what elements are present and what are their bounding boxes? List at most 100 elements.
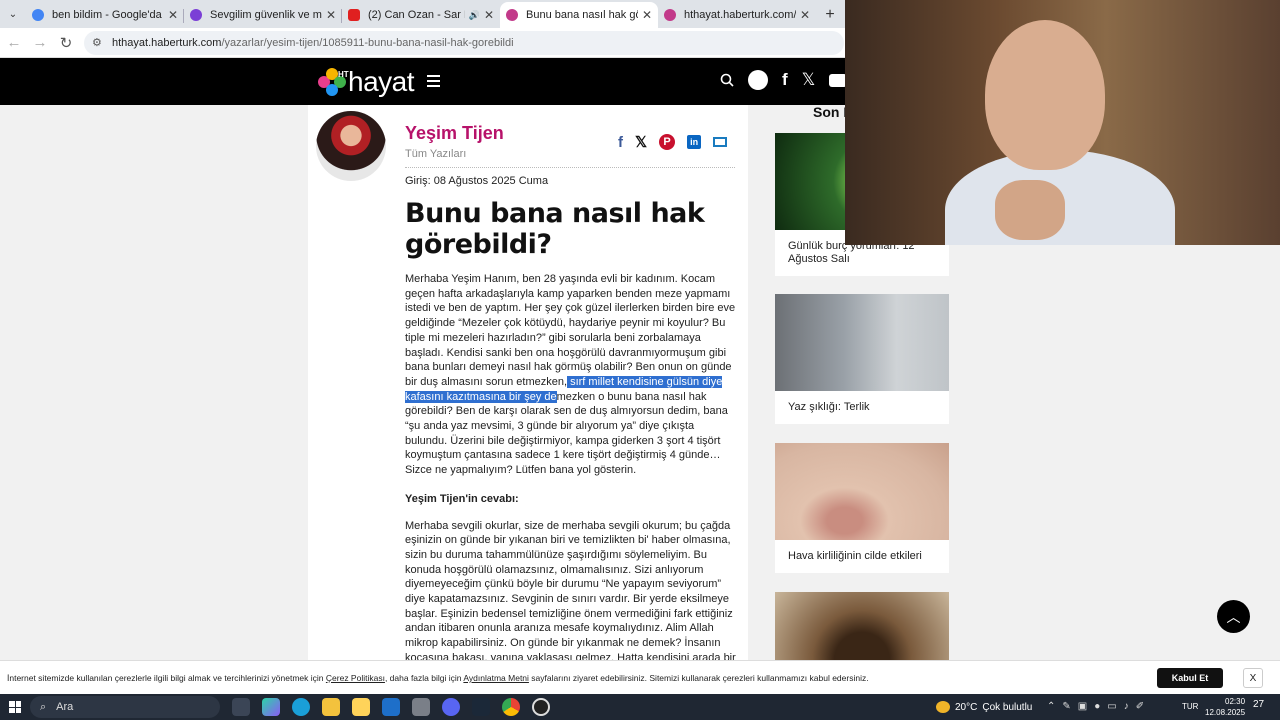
- x-share-icon[interactable]: 𝕏: [635, 133, 647, 151]
- card-image[interactable]: [775, 443, 949, 540]
- language-indicator[interactable]: TUR: [1182, 702, 1198, 711]
- discord-icon[interactable]: [442, 698, 460, 716]
- app-tray-icon[interactable]: ▣: [1078, 701, 1087, 712]
- mail-share-icon[interactable]: [713, 137, 728, 147]
- weather-text: Çok bulutlu: [982, 701, 1033, 713]
- back-icon[interactable]: ←: [2, 31, 26, 55]
- author-avatar[interactable]: [316, 111, 386, 181]
- site-settings-icon[interactable]: ⚙: [92, 36, 106, 49]
- linkedin-share-icon[interactable]: in: [687, 135, 702, 149]
- accept-cookies-button[interactable]: Kabul Et: [1157, 668, 1223, 688]
- all-posts-link[interactable]: Tüm Yazıları: [405, 148, 466, 160]
- taskbar-search[interactable]: ⌕ Ara: [30, 696, 220, 718]
- obs-icon[interactable]: [532, 698, 550, 716]
- sidebar-card[interactable]: Yaz şıklığı: Terlik: [775, 294, 949, 424]
- tab-active-article[interactable]: Bunu bana nasıl hak görebildi? ✕: [500, 2, 658, 28]
- system-tray: ⌃ ✎ ▣ ● ▭ ♪ ✐: [1047, 701, 1144, 712]
- header-icons: f 𝕏: [720, 70, 848, 90]
- pen-settings-icon[interactable]: ✐: [1136, 701, 1144, 712]
- tab-title: Bunu bana nasıl hak görebildi?: [526, 9, 638, 21]
- facebook-icon[interactable]: f: [782, 70, 788, 90]
- close-icon[interactable]: ✕: [800, 8, 810, 22]
- menu-icon[interactable]: [427, 75, 440, 90]
- reload-icon[interactable]: ↻: [54, 31, 78, 55]
- cookie-text-1: İnternet sitemizde kullanılan çerezlerle…: [7, 673, 326, 683]
- card-image[interactable]: [775, 294, 949, 391]
- article-title: Bunu bana nasıl hak görebildi?: [405, 198, 705, 260]
- tab-sevgilim[interactable]: Sevgilim güvenlik ve mesleğine ✕: [184, 2, 342, 28]
- temperature: 20°C: [955, 701, 978, 713]
- app-icon[interactable]: [412, 698, 430, 716]
- question-text-rest: mezken o bunu bana nasıl hak görebildi? …: [405, 390, 728, 477]
- weather-widget[interactable]: 20°C Çok bulutlu: [936, 701, 1032, 713]
- chevron-up-icon[interactable]: ⌃: [1047, 701, 1055, 712]
- card-image[interactable]: [775, 592, 949, 660]
- tab-title: hthayat.haberturk.com/yazar/y...: [684, 9, 796, 21]
- cookie-text: İnternet sitemizde kullanılan çerezlerle…: [7, 673, 869, 683]
- pinterest-share-icon[interactable]: P: [659, 134, 676, 150]
- tab-youtube[interactable]: (2) Can Ozan - Sar Bu Şehri 🔊 ✕: [342, 2, 500, 28]
- youtube-icon: [348, 9, 360, 21]
- privacy-notice-link[interactable]: Aydınlatma Metni: [463, 673, 529, 683]
- task-view-icon[interactable]: [232, 698, 250, 716]
- close-icon[interactable]: ✕: [326, 8, 336, 22]
- clock-date: 12.08.2025: [1205, 708, 1246, 717]
- answer-heading: Yeşim Tijen'in cevabı:: [405, 492, 519, 505]
- sidebar-card[interactable]: [775, 592, 949, 660]
- hthayat-icon: [506, 9, 518, 21]
- tab-title: ben bildim - Google'da Ara: [52, 9, 164, 21]
- notifications-badge[interactable]: 27: [1253, 699, 1264, 710]
- volume-icon[interactable]: ♪: [1124, 701, 1129, 712]
- speaker-icon[interactable]: 🔊: [469, 10, 480, 21]
- url-path: /yazarlar/yesim-tijen/1085911-bunu-bana-…: [221, 36, 514, 49]
- sidebar-card[interactable]: Hava kirliliğinin cilde etkileri: [775, 443, 949, 573]
- taskbar-apps: [232, 698, 550, 716]
- facebook-share-icon[interactable]: f: [618, 134, 623, 151]
- edge-icon[interactable]: [292, 698, 310, 716]
- tab-search-button[interactable]: ⌄: [0, 0, 26, 28]
- close-icon[interactable]: ✕: [168, 8, 178, 22]
- outlook-icon[interactable]: [382, 698, 400, 716]
- store-icon[interactable]: [352, 698, 370, 716]
- file-explorer-icon[interactable]: [322, 698, 340, 716]
- card-caption[interactable]: Hava kirliliğinin cilde etkileri: [775, 540, 949, 573]
- author-name[interactable]: Yeşim Tijen: [405, 123, 504, 144]
- question-paragraph: Merhaba Yeşim Hanım, ben 28 yaşında evli…: [405, 272, 737, 478]
- new-tab-button[interactable]: +: [816, 2, 844, 28]
- logo-word: hayat: [348, 66, 415, 97]
- webcam-overlay: [845, 0, 1280, 245]
- mic-icon[interactable]: ●: [1094, 701, 1100, 712]
- cookie-policy-link[interactable]: Çerez Politikası: [326, 673, 385, 683]
- close-icon[interactable]: ✕: [642, 8, 652, 22]
- search-icon: ⌕: [40, 700, 47, 713]
- chevron-up-icon: ︿: [1226, 608, 1241, 625]
- taskbar: ⌕ Ara 20°C Çok bulutlu ⌃ ✎ ▣ ● ▭ ♪ ✐ TUR…: [0, 694, 1280, 720]
- close-cookie-button[interactable]: X: [1243, 668, 1263, 688]
- share-bar: f 𝕏 P in: [618, 133, 728, 151]
- url-field[interactable]: ⚙ hthayat.haberturk.com /yazarlar/yesim-…: [84, 30, 844, 55]
- search-icon[interactable]: [720, 73, 734, 87]
- copilot-icon[interactable]: [262, 698, 280, 716]
- question-text: Merhaba Yeşim Hanım, ben 28 yaşında evli…: [405, 273, 736, 388]
- clock[interactable]: 02:30 12.08.2025: [1205, 696, 1245, 718]
- x-twitter-icon[interactable]: 𝕏: [802, 70, 816, 90]
- pen-icon[interactable]: ✎: [1062, 701, 1070, 712]
- webcam-person-face: [985, 20, 1105, 170]
- tab-hthayat-author[interactable]: hthayat.haberturk.com/yazar/y... ✕: [658, 2, 816, 28]
- taskbar-search-label: Ara: [56, 701, 74, 713]
- close-icon[interactable]: ✕: [484, 8, 494, 22]
- cloud-sun-icon: [936, 701, 950, 713]
- windows-start-icon[interactable]: [9, 701, 21, 713]
- cookie-text-3: sayfalarını ziyaret edebilirsiniz. Sitem…: [528, 673, 869, 683]
- user-icon[interactable]: [748, 70, 768, 90]
- forward-icon[interactable]: →: [28, 31, 52, 55]
- scroll-top-button[interactable]: ︿: [1217, 600, 1250, 633]
- site-logo[interactable]: HT hayat: [318, 66, 415, 98]
- steam-icon[interactable]: [472, 698, 490, 716]
- card-caption[interactable]: Yaz şıklığı: Terlik: [775, 391, 949, 424]
- tab-google[interactable]: ben bildim - Google'da Ara ✕: [26, 2, 184, 28]
- divider: [405, 167, 735, 168]
- clock-time: 02:30: [1225, 697, 1246, 706]
- chrome-icon[interactable]: [502, 698, 520, 716]
- network-icon[interactable]: ▭: [1107, 701, 1116, 712]
